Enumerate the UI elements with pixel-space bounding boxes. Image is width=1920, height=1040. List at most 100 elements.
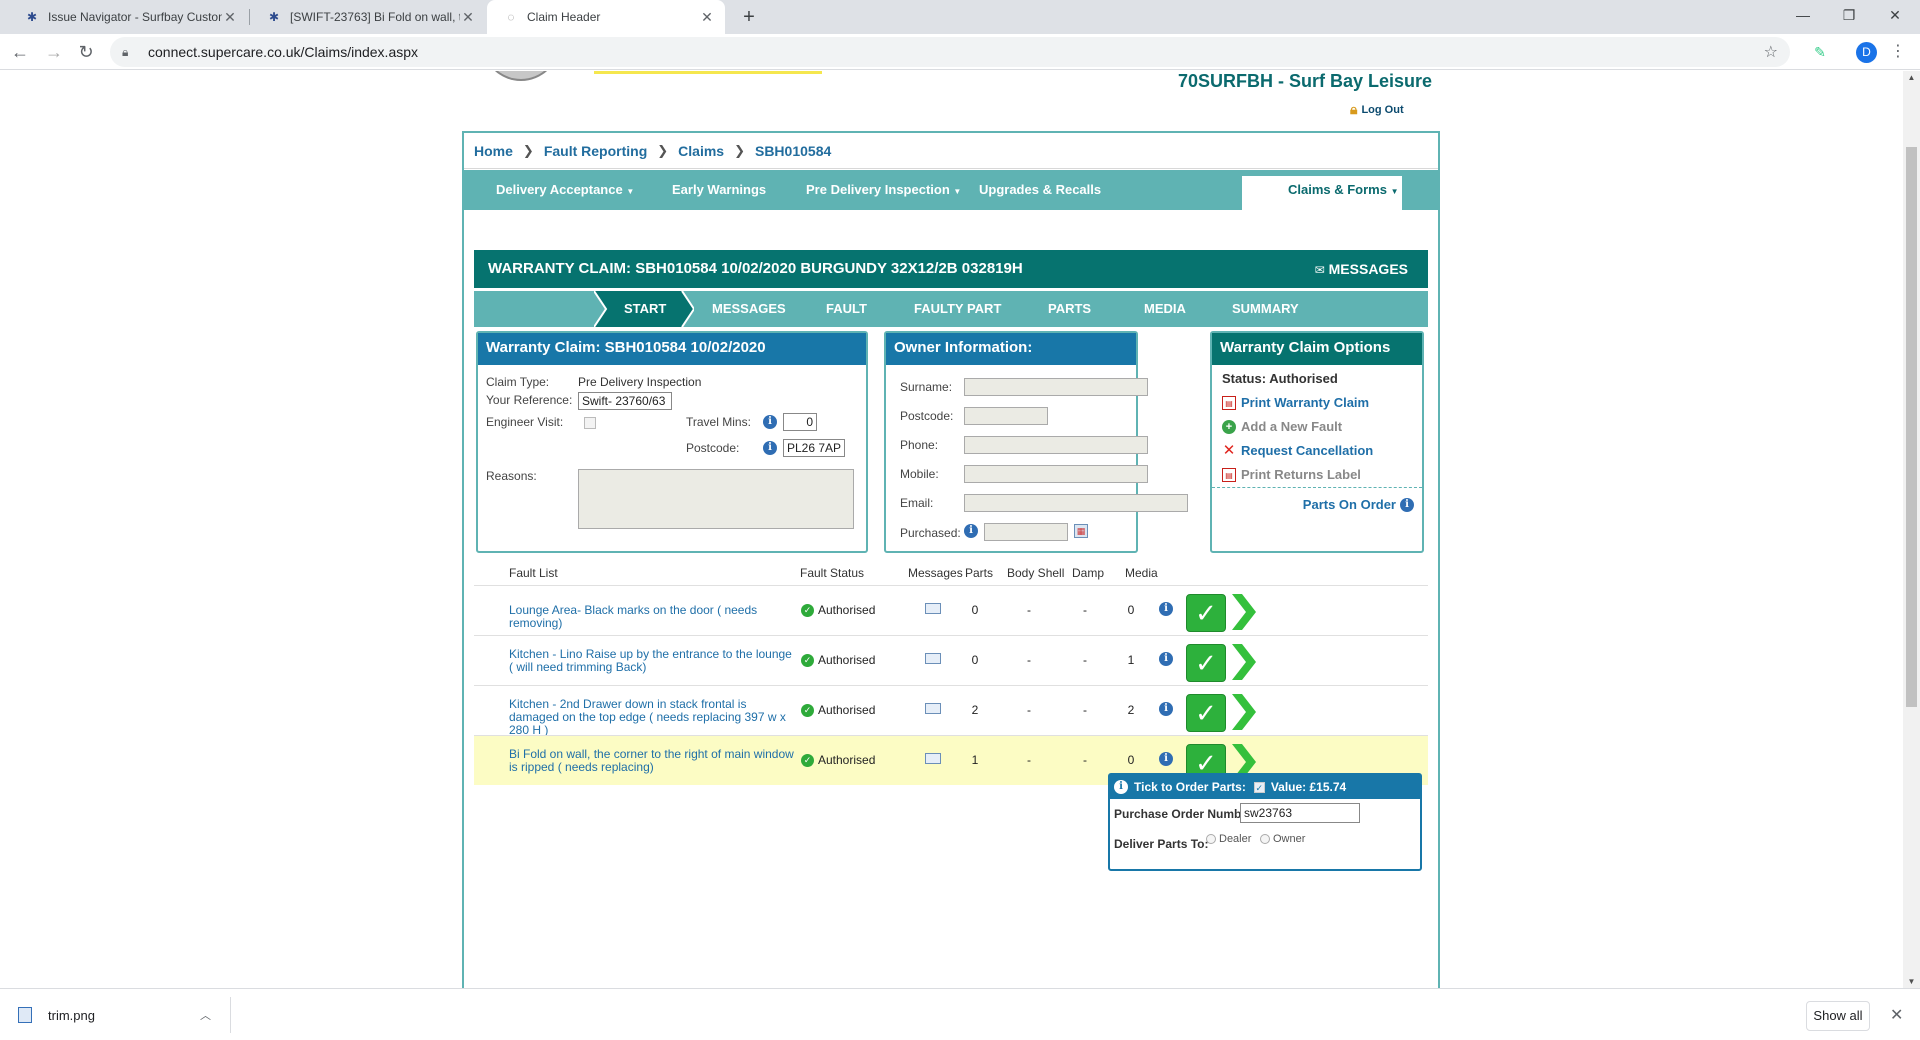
profile-avatar[interactable]: D [1856,42,1877,63]
browser-tab-issue-navigator[interactable]: ✱ Issue Navigator - Surfbay Custom ✕ [8,0,248,34]
breadcrumb-fault-reporting[interactable]: Fault Reporting [544,143,647,159]
info-icon[interactable]: i [964,524,978,538]
breadcrumb-claim-id[interactable]: SBH010584 [755,143,831,159]
info-icon[interactable]: i [1159,652,1173,666]
email-field[interactable] [964,494,1188,512]
panel-title: Warranty Claim Options [1212,333,1422,365]
chevron-right-icon: ❯ [734,142,745,158]
envelope-icon[interactable] [925,753,941,764]
envelope-icon[interactable] [925,653,941,664]
info-icon[interactable]: i [1159,702,1173,716]
fault-description-link[interactable]: Kitchen - Lino Raise up by the entrance … [509,648,799,674]
fault-description-link[interactable]: Lounge Area- Black marks on the door ( n… [509,604,799,630]
step-summary[interactable]: SUMMARY [1232,291,1299,327]
address-bar[interactable]: 🔒︎ connect.supercare.co.uk/Claims/index.… [110,37,1790,67]
breadcrumb-home[interactable]: Home [474,143,513,159]
page-scrollbar[interactable]: ▲ ▼ [1903,71,1920,988]
new-tab-button[interactable]: + [736,4,762,30]
mobile-label: Mobile: [900,467,939,481]
logout-link[interactable]: 🔒︎ Log Out [1350,101,1404,118]
deliver-owner-radio[interactable]: Owner [1260,833,1305,845]
travel-mins-input[interactable] [783,413,817,431]
nav-delivery-acceptance[interactable]: Delivery Acceptance ▼ [496,170,634,210]
browser-tab-swift-23763[interactable]: ✱ [SWIFT-23763] Bi Fold on wall, th ✕ [250,0,486,34]
calendar-icon[interactable]: ▦ [1074,524,1088,538]
postcode-input[interactable] [783,439,845,457]
close-icon[interactable]: ✕ [1890,1005,1903,1025]
reasons-textarea[interactable] [578,469,854,529]
scroll-down-icon[interactable]: ▼ [1903,977,1920,986]
chevron-right-icon[interactable] [1228,692,1258,732]
close-window-button[interactable]: ✕ [1872,0,1918,30]
nav-claims-forms[interactable]: Claims & Forms ▼ [1242,176,1402,210]
reload-button[interactable]: ↻ [74,40,98,64]
surname-field[interactable] [964,378,1148,396]
media-count: 0 [1127,603,1135,617]
browser-tab-claim-header[interactable]: ◌ Claim Header ✕ [487,0,725,34]
restore-button[interactable]: ❐ [1826,0,1872,30]
download-bar: trim.png ︿ Show all ✕ [0,988,1920,1040]
col-media: Media [1125,566,1158,580]
info-icon[interactable]: i [763,441,777,455]
nav-upgrades-recalls[interactable]: Upgrades & Recalls [979,170,1101,210]
fault-description-link[interactable]: Bi Fold on wall, the corner to the right… [509,748,799,774]
approve-check-button[interactable]: ✓ [1186,644,1226,682]
deliver-dealer-radio[interactable]: Dealer [1206,833,1251,845]
nav-early-warnings[interactable]: Early Warnings [672,170,766,210]
info-icon[interactable]: i [1159,752,1173,766]
your-reference-input[interactable] [578,392,672,410]
print-warranty-claim-link[interactable]: ▤ Print Warranty Claim [1222,395,1369,410]
scroll-up-icon[interactable]: ▲ [1903,73,1920,82]
media-count: 1 [1127,653,1135,667]
chevron-up-icon[interactable]: ︿ [200,1007,211,1023]
forward-button[interactable]: → [42,40,66,64]
close-icon[interactable]: ✕ [699,9,715,26]
menu-icon[interactable]: ⋮ [1890,42,1906,62]
envelope-icon[interactable] [925,603,941,614]
envelope-icon[interactable] [925,703,941,714]
print-returns-label-link[interactable]: ▤ Print Returns Label [1222,467,1361,482]
step-start[interactable]: START [624,291,666,327]
step-media[interactable]: MEDIA [1144,291,1186,327]
approve-check-button[interactable]: ✓ [1186,594,1226,632]
owner-information-panel: Owner Information: Surname: Postcode: Ph… [884,331,1188,553]
approve-check-button[interactable]: ✓ [1186,694,1226,732]
parts-on-order-link[interactable]: Parts On Order i [1303,497,1414,512]
purchased-date-field[interactable] [984,523,1068,541]
step-fault[interactable]: FAULT [826,291,867,327]
browser-tabstrip: ✱ Issue Navigator - Surfbay Custom ✕ ✱ [… [0,0,1920,34]
step-messages[interactable]: MESSAGES [712,291,786,327]
claim-type-value: Pre Delivery Inspection [578,375,702,389]
owner-postcode-field[interactable] [964,407,1048,425]
request-cancellation-link[interactable]: ✕ Request Cancellation [1222,443,1374,459]
phone-field[interactable] [964,436,1148,454]
info-icon[interactable]: i [763,415,777,429]
po-number-input[interactable] [1240,803,1360,823]
chevron-right-icon[interactable] [1228,642,1258,682]
download-item[interactable]: trim.png ︿ [18,1001,228,1029]
scrollbar-thumb[interactable] [1906,147,1917,707]
info-icon[interactable]: i [1159,602,1173,616]
minimize-button[interactable]: — [1780,0,1826,30]
back-button[interactable]: ← [8,40,32,64]
info-icon: i [1400,497,1414,512]
messages-link[interactable]: ✉ MESSAGES [1315,250,1408,289]
close-icon[interactable]: ✕ [222,9,238,26]
nav-pre-delivery-inspection[interactable]: Pre Delivery Inspection ▼ [806,170,961,210]
close-icon[interactable]: ✕ [460,9,476,26]
extension-icon[interactable]: ✎ [1810,42,1830,62]
show-all-button[interactable]: Show all [1806,1001,1870,1031]
add-new-fault-link[interactable]: + Add a New Fault [1222,419,1342,434]
engineer-visit-checkbox[interactable] [584,417,596,429]
damp-value: - [1083,753,1087,767]
warranty-claim-panel: Warranty Claim: SBH010584 10/02/2020 Cla… [476,331,868,553]
col-fault-list: Fault List [509,566,558,580]
breadcrumb-claims[interactable]: Claims [678,143,724,159]
chevron-right-icon[interactable] [1228,592,1258,632]
step-faulty-part[interactable]: FAULTY PART [914,291,1001,327]
mobile-field[interactable] [964,465,1148,483]
order-parts-checkbox[interactable]: ✓ [1253,781,1265,793]
fault-description-link[interactable]: Kitchen - 2nd Drawer down in stack front… [509,698,799,737]
step-parts[interactable]: PARTS [1048,291,1091,327]
bookmark-star-icon[interactable]: ☆ [1764,42,1778,62]
